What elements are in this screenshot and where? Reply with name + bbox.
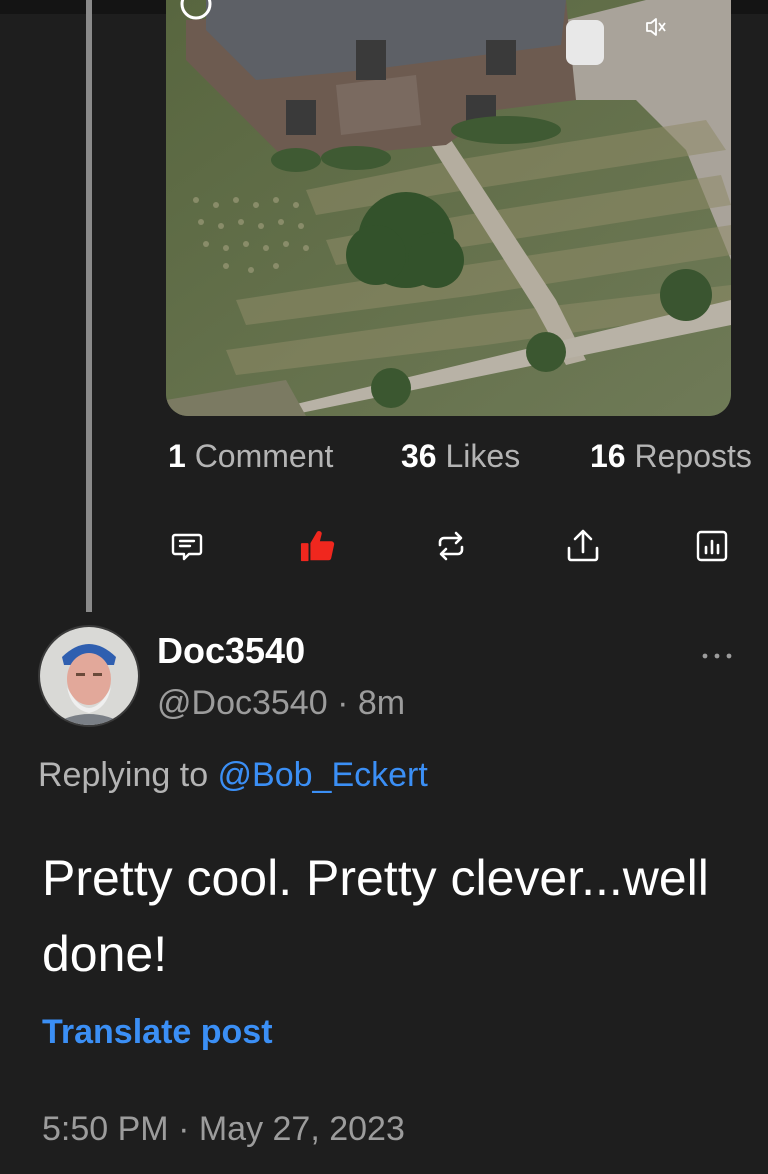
thread-connector-line bbox=[86, 0, 92, 612]
comments-number: 1 bbox=[168, 438, 186, 474]
aerial-lawn-image bbox=[166, 0, 731, 416]
post-detail-screen: 1 Comment 36 Likes 16 Reposts Doc3540 @D… bbox=[0, 0, 768, 1174]
avatar-photo bbox=[40, 627, 138, 725]
comments-count[interactable]: 1 Comment bbox=[168, 438, 333, 475]
display-name[interactable]: Doc3540 bbox=[157, 630, 305, 672]
reposts-number: 16 bbox=[590, 438, 626, 474]
comments-label: Comment bbox=[194, 438, 334, 474]
replying-to-line: Replying to @Bob_Eckert bbox=[38, 756, 428, 795]
repost-button[interactable] bbox=[433, 528, 469, 564]
mute-icon[interactable] bbox=[643, 14, 669, 40]
post-timestamp: 5:50 PM · May 27, 2023 bbox=[42, 1110, 405, 1148]
handle-and-time: @Doc3540 · 8m bbox=[157, 684, 405, 723]
share-icon bbox=[567, 529, 599, 562]
replying-to-mention[interactable]: @Bob_Eckert bbox=[218, 756, 428, 794]
separator-dot: · bbox=[327, 684, 358, 722]
repost-icon bbox=[438, 531, 464, 561]
time-ago: 8m bbox=[357, 684, 406, 722]
share-button[interactable] bbox=[565, 528, 601, 564]
thumbs-up-icon bbox=[300, 531, 335, 562]
likes-number: 36 bbox=[401, 438, 437, 474]
analytics-button[interactable] bbox=[694, 528, 730, 564]
reposts-count[interactable]: 16 Reposts bbox=[590, 438, 752, 475]
post-video-thumbnail[interactable] bbox=[166, 0, 731, 416]
post-text: Pretty cool. Pretty clever...well done! bbox=[42, 850, 709, 982]
engagement-stats: 1 Comment 36 Likes 16 Reposts bbox=[168, 438, 768, 482]
likes-count[interactable]: 36 Likes bbox=[401, 438, 520, 475]
handle[interactable]: @Doc3540 bbox=[157, 684, 328, 722]
reposts-label: Reposts bbox=[634, 438, 752, 474]
replying-to-prefix: Replying to bbox=[38, 756, 218, 794]
likes-label: Likes bbox=[445, 438, 521, 474]
more-options-icon[interactable] bbox=[700, 648, 734, 664]
avatar[interactable] bbox=[38, 625, 140, 727]
translate-post-link[interactable]: Translate post bbox=[42, 1013, 273, 1052]
comment-button[interactable] bbox=[169, 528, 205, 564]
like-button[interactable] bbox=[300, 528, 336, 564]
comment-icon bbox=[171, 533, 203, 561]
analytics-icon bbox=[696, 530, 728, 562]
